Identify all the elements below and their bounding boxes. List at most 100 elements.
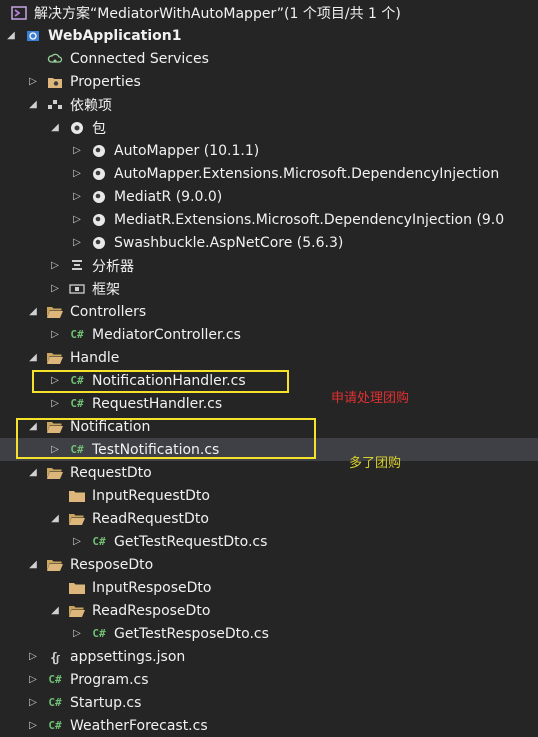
- tree-item-label: MediatorController.cs: [92, 326, 241, 343]
- package-icon: [90, 143, 108, 159]
- package-icon: [90, 235, 108, 251]
- collapsed-arrow-icon[interactable]: ▷: [26, 673, 40, 687]
- collapsed-arrow-icon[interactable]: ▷: [70, 190, 84, 204]
- folder-icon: [68, 488, 86, 504]
- tree-item-label: Properties: [70, 73, 141, 90]
- project-icon: [24, 28, 42, 44]
- tree-item[interactable]: InputResposeDto: [0, 576, 538, 599]
- package-icon: [90, 166, 108, 182]
- tree-item-label: Program.cs: [70, 671, 149, 688]
- expanded-arrow-icon[interactable]: ◢: [48, 121, 62, 135]
- expander-placeholder: [48, 581, 62, 595]
- expanded-arrow-icon[interactable]: ◢: [26, 305, 40, 319]
- csharp-file-icon: C#: [92, 627, 106, 640]
- tree-item[interactable]: ▷ Swashbuckle.AspNetCore (5.6.3): [0, 231, 538, 254]
- expanded-arrow-icon[interactable]: ◢: [26, 351, 40, 365]
- csharp-file-icon: C#: [48, 719, 62, 732]
- analyzer-icon: [68, 258, 86, 274]
- tree-item[interactable]: ▷ AutoMapper.Extensions.Microsoft.Depende…: [0, 162, 538, 185]
- expanded-arrow-icon[interactable]: ◢: [4, 29, 18, 43]
- tree-item[interactable]: ◢ ReadResposeDto: [0, 599, 538, 622]
- tree-item-label: GetTestResposeDto.cs: [114, 625, 269, 642]
- tree-item[interactable]: ▷ Properties: [0, 70, 538, 93]
- tree-item-label: Swashbuckle.AspNetCore (5.6.3): [114, 234, 344, 251]
- collapsed-arrow-icon[interactable]: ▷: [70, 144, 84, 158]
- expanded-arrow-icon[interactable]: ◢: [48, 512, 62, 526]
- solution-node[interactable]: 解决方案“MediatorWithAutoMapper”(1 个项目/共 1 个…: [0, 1, 538, 24]
- expander-placeholder: [26, 52, 40, 66]
- collapsed-arrow-icon[interactable]: ▷: [26, 719, 40, 733]
- tree-item[interactable]: ◢ RequestDto: [0, 461, 538, 484]
- expanded-arrow-icon[interactable]: ◢: [26, 98, 40, 112]
- tree-item[interactable]: ▷ C# WeatherForecast.cs: [0, 714, 538, 737]
- tree-item-label: 包: [92, 120, 106, 137]
- collapsed-arrow-icon[interactable]: ▷: [48, 282, 62, 296]
- collapsed-arrow-icon[interactable]: ▷: [48, 328, 62, 342]
- tree-item-label: AutoMapper (10.1.1): [114, 142, 260, 159]
- tree-item[interactable]: ▷ MediatR (9.0.0): [0, 185, 538, 208]
- tree-item[interactable]: Connected Services: [0, 47, 538, 70]
- tree-item[interactable]: ▷ C# Program.cs: [0, 668, 538, 691]
- json-file-icon: {ʃ: [46, 649, 64, 665]
- package-icon: [90, 189, 108, 205]
- csharp-file-icon: C#: [70, 397, 84, 410]
- tree-item-label: ReadRequestDto: [92, 510, 209, 527]
- tree-item[interactable]: ◢ 依赖项: [0, 93, 538, 116]
- tree-item-label: AutoMapper.Extensions.Microsoft.Dependen…: [114, 165, 500, 182]
- tree-item-label: InputResposeDto: [92, 579, 212, 596]
- tree-item[interactable]: ▷ 分析器: [0, 254, 538, 277]
- collapsed-arrow-icon[interactable]: ▷: [26, 696, 40, 710]
- collapsed-arrow-icon[interactable]: ▷: [26, 75, 40, 89]
- framework-icon: [68, 281, 86, 297]
- csharp-file-icon: C#: [48, 696, 62, 709]
- folder-open-icon: [46, 465, 64, 481]
- tree-item[interactable]: ◢ 包: [0, 116, 538, 139]
- expanded-arrow-icon[interactable]: ◢: [26, 558, 40, 572]
- collapsed-arrow-icon[interactable]: ▷: [70, 236, 84, 250]
- tree-item[interactable]: ◢ ResposeDto: [0, 553, 538, 576]
- tree-item[interactable]: ◢ ReadRequestDto: [0, 507, 538, 530]
- solution-label: 解决方案“MediatorWithAutoMapper”(1 个项目/共 1 个…: [34, 5, 401, 22]
- collapsed-arrow-icon[interactable]: ▷: [48, 397, 62, 411]
- collapsed-arrow-icon[interactable]: ▷: [48, 259, 62, 273]
- tree-item[interactable]: ▷ C# Startup.cs: [0, 691, 538, 714]
- csharp-file-icon: C#: [92, 535, 106, 548]
- tree-item[interactable]: ▷ AutoMapper (10.1.1): [0, 139, 538, 162]
- tree-item[interactable]: ▷ C# RequestHandler.cs: [0, 392, 538, 415]
- tree-item-label: 分析器: [92, 258, 134, 275]
- collapsed-arrow-icon[interactable]: ▷: [70, 627, 84, 641]
- annotation-note-2: 多了团购: [349, 456, 402, 471]
- tree-item[interactable]: ◢ WebApplication1: [0, 24, 538, 47]
- tree-item[interactable]: ◢ Controllers: [0, 300, 538, 323]
- tree-item-label: ReadResposeDto: [92, 602, 211, 619]
- tree-item[interactable]: ▷ {ʃ appsettings.json: [0, 645, 538, 668]
- tree-item-label: MediatR (9.0.0): [114, 188, 223, 205]
- expander-placeholder: [48, 489, 62, 503]
- tree-item[interactable]: ▷ C# GetTestRequestDto.cs: [0, 530, 538, 553]
- svg-text:ʃ: ʃ: [55, 655, 60, 665]
- collapsed-arrow-icon[interactable]: ▷: [70, 167, 84, 181]
- tree-item[interactable]: ▷ MediatR.Extensions.Microsoft.Dependency…: [0, 208, 538, 231]
- package-icon: [90, 212, 108, 228]
- tree-item[interactable]: ▷ C# GetTestResposeDto.cs: [0, 622, 538, 645]
- connected-services-icon: [46, 51, 64, 67]
- csharp-file-icon: C#: [48, 673, 62, 686]
- folder-icon: [68, 580, 86, 596]
- collapsed-arrow-icon[interactable]: ▷: [70, 213, 84, 227]
- tree-item-label: appsettings.json: [70, 648, 186, 665]
- collapsed-arrow-icon[interactable]: ▷: [26, 650, 40, 664]
- annotation-note-1: 申请处理团购: [331, 391, 410, 406]
- tree-item[interactable]: ▷ 框架: [0, 277, 538, 300]
- expanded-arrow-icon[interactable]: ◢: [48, 604, 62, 618]
- tree-item-label: Handle: [70, 349, 120, 366]
- folder-open-icon: [46, 350, 64, 366]
- properties-icon: [46, 74, 64, 90]
- tree-item[interactable]: InputRequestDto: [0, 484, 538, 507]
- tree-item[interactable]: ▷ C# MediatorController.cs: [0, 323, 538, 346]
- expanded-arrow-icon[interactable]: ◢: [26, 466, 40, 480]
- csharp-file-icon: C#: [70, 328, 84, 341]
- collapsed-arrow-icon[interactable]: ▷: [70, 535, 84, 549]
- dependencies-icon: [46, 97, 64, 113]
- folder-open-icon: [46, 557, 64, 573]
- tree-item[interactable]: ◢ Handle: [0, 346, 538, 369]
